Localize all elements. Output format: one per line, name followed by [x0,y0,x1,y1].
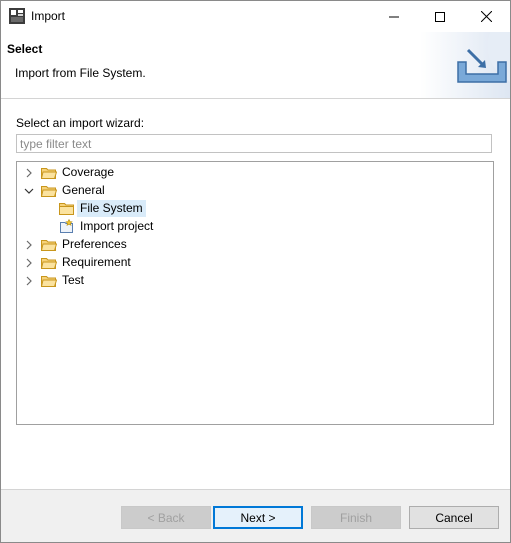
tree-item-label: Coverage [62,165,115,179]
folder-icon [41,168,57,179]
close-icon [480,11,492,22]
folder-icon [59,203,74,215]
tree-item-label: Test [62,273,85,287]
window-title: Import [31,9,66,23]
tree-item-import-project[interactable]: Import project [17,218,493,236]
folder-open-icon [41,186,57,197]
cancel-button[interactable]: Cancel [409,506,499,529]
tree-item-general[interactable]: General [17,182,493,200]
import-tray-icon [420,32,510,98]
tree-item-file-system[interactable]: File System [17,200,493,218]
tree-item-coverage[interactable]: Coverage [17,164,493,182]
next-button[interactable]: Next > [213,506,303,529]
maximize-button[interactable] [417,1,463,32]
tree-item-label: Preferences [62,237,127,251]
tree-item-label: File System [77,200,146,217]
wizard-content: Select an import wizard: Coverage [1,99,510,489]
eclipse-app-icon [9,8,25,24]
wizard-list-label: Select an import wizard: [16,116,145,130]
finish-button[interactable]: Finish [311,506,401,529]
folder-icon [41,258,57,269]
maximize-icon [435,11,445,22]
minimize-icon [389,16,399,17]
import-project-icon [60,219,73,233]
chevron-right-icon[interactable] [24,168,34,178]
tree-item-test[interactable]: Test [17,272,493,290]
import-dialog: Import Select Import from File System. S… [0,0,511,543]
chevron-down-icon[interactable] [24,186,34,196]
folder-icon [41,240,57,251]
back-button[interactable]: < Back [121,506,211,529]
minimize-button[interactable] [371,1,417,32]
banner-message: Import from File System. [15,66,146,80]
folder-icon [41,276,57,287]
wizard-banner: Select Import from File System. [1,32,510,99]
chevron-right-icon[interactable] [24,276,34,286]
tree-item-requirement[interactable]: Requirement [17,254,493,272]
chevron-right-icon[interactable] [24,240,34,250]
chevron-right-icon[interactable] [24,258,34,268]
wizard-tree[interactable]: Coverage General File System Import proj… [16,161,494,425]
tree-item-label: General [62,183,105,197]
button-bar: < Back Next > Finish Cancel [1,489,510,542]
banner-title: Select [7,42,43,56]
tree-item-label: Requirement [62,255,131,269]
tree-item-preferences[interactable]: Preferences [17,236,493,254]
filter-input[interactable] [16,134,492,153]
tree-item-label: Import project [80,219,154,233]
close-button[interactable] [463,1,509,32]
title-bar[interactable]: Import [1,1,510,32]
